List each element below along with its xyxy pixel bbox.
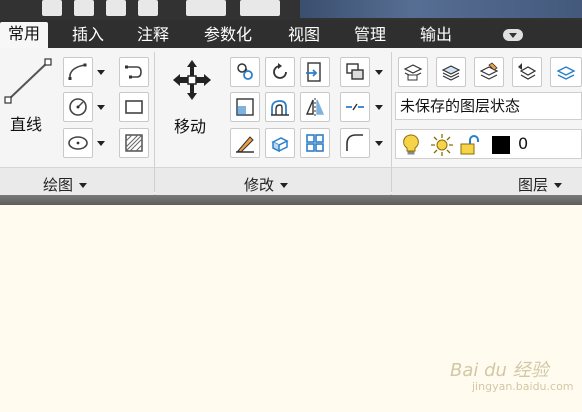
current-layer-name: 0 xyxy=(518,134,529,153)
tab-manage[interactable]: 管理 xyxy=(346,23,394,48)
offset-icon xyxy=(271,100,289,116)
rectangle-icon xyxy=(125,100,143,114)
rotate-button[interactable] xyxy=(265,57,295,87)
layer-color-swatch xyxy=(492,136,510,154)
offset-button[interactable] xyxy=(265,92,295,122)
tab-output[interactable]: 输出 xyxy=(412,23,460,48)
copy-button[interactable] xyxy=(230,57,260,87)
new-file-icon[interactable] xyxy=(42,0,62,16)
tab-insert[interactable]: 插入 xyxy=(64,23,112,48)
current-layer-select[interactable]: 0 xyxy=(395,129,582,159)
trim-icon xyxy=(306,62,321,82)
chevron-down-icon xyxy=(79,183,88,188)
tab-home[interactable]: 常用 xyxy=(0,22,49,49)
stretch-button[interactable] xyxy=(230,92,260,122)
ellipse-button[interactable] xyxy=(63,128,93,158)
layer-previous-button[interactable] xyxy=(512,57,542,87)
circle-button[interactable] xyxy=(63,92,93,122)
move-icon[interactable] xyxy=(170,58,214,102)
open-file-icon[interactable] xyxy=(74,0,94,16)
watermark-logo: Bai du 经验 xyxy=(450,360,549,381)
ribbon-tabs: 常用 插入 注释 参数化 视图 管理 输出 xyxy=(0,20,582,49)
trim-button[interactable] xyxy=(300,57,330,87)
redo-icon[interactable] xyxy=(186,0,226,16)
draworder-icon xyxy=(346,63,364,80)
stretch-icon xyxy=(236,98,254,116)
title-area xyxy=(300,0,582,18)
break-button[interactable] xyxy=(340,92,370,122)
array-icon xyxy=(306,134,324,152)
mirror-icon xyxy=(305,98,325,116)
fillet-icon xyxy=(346,134,363,151)
modify-panel-title: 修改 xyxy=(244,174,289,195)
layer-states-button[interactable] xyxy=(436,57,466,87)
layer-off-icon xyxy=(556,66,576,80)
polyline-button[interactable] xyxy=(63,57,93,87)
ribbon-splitter[interactable] xyxy=(0,195,582,205)
tab-annotate[interactable]: 注释 xyxy=(129,23,177,48)
layer-match-icon xyxy=(479,62,499,80)
circle-icon xyxy=(69,98,87,116)
line-icon[interactable] xyxy=(4,56,54,106)
tab-view[interactable]: 视图 xyxy=(280,23,328,48)
explode-button[interactable] xyxy=(265,128,295,158)
explode-icon xyxy=(271,137,289,153)
break-icon xyxy=(346,103,364,111)
ellipse-dropdown-icon[interactable] xyxy=(95,128,107,158)
draw-panel-footer[interactable]: 绘图 xyxy=(0,167,154,195)
array-button[interactable] xyxy=(300,128,330,158)
sun-icon[interactable] xyxy=(430,133,454,157)
mirror-button[interactable] xyxy=(300,92,330,122)
fillet-button[interactable] xyxy=(340,128,370,158)
layer-previous-icon xyxy=(518,63,537,80)
quick-access-toolbar xyxy=(0,0,582,20)
ribbon: 直线 绘图 移动 修改 未保存的图层状态 0 图层 xyxy=(0,48,582,195)
chevron-down-icon xyxy=(554,183,563,188)
ribbon-minimize-toggle-icon[interactable] xyxy=(503,29,523,41)
spline-icon xyxy=(125,65,142,79)
draworder-button[interactable] xyxy=(340,57,370,87)
rotate-icon xyxy=(273,63,287,79)
layers-panel-footer[interactable]: 图层 xyxy=(392,167,582,195)
layer-state-select[interactable]: 未保存的图层状态 xyxy=(395,92,582,120)
watermark-url: jingyan.baidu.com xyxy=(472,380,574,393)
spline-button[interactable] xyxy=(119,57,149,87)
draw-panel-title: 绘图 xyxy=(43,174,88,195)
unlock-icon[interactable] xyxy=(458,133,482,157)
fillet-dropdown-icon[interactable] xyxy=(373,128,385,158)
layers-panel-title: 图层 xyxy=(518,174,563,195)
chevron-down-icon xyxy=(280,183,289,188)
polyline-icon xyxy=(68,63,87,80)
copy-icon xyxy=(237,63,253,80)
layer-properties-icon xyxy=(403,64,423,81)
draworder-dropdown-icon[interactable] xyxy=(373,57,385,87)
modify-panel-footer[interactable]: 修改 xyxy=(155,167,391,195)
lightbulb-icon[interactable] xyxy=(402,133,420,157)
polyline-dropdown-icon[interactable] xyxy=(95,57,107,87)
circle-dropdown-icon[interactable] xyxy=(95,92,107,122)
line-button-label[interactable]: 直线 xyxy=(10,111,42,135)
hatch-icon xyxy=(125,134,143,152)
erase-button[interactable] xyxy=(230,128,260,158)
break-dropdown-icon[interactable] xyxy=(373,92,385,122)
hatch-button[interactable] xyxy=(119,128,149,158)
layer-states-icon xyxy=(441,65,461,81)
tab-parametric[interactable]: 参数化 xyxy=(196,23,260,48)
layer-properties-button[interactable] xyxy=(398,57,428,87)
ellipse-icon xyxy=(68,136,88,150)
save-icon[interactable] xyxy=(106,0,126,16)
rectangle-button[interactable] xyxy=(119,92,149,122)
layer-off-button[interactable] xyxy=(550,57,582,87)
undo-icon[interactable] xyxy=(138,0,158,16)
eraser-icon xyxy=(236,136,254,153)
layer-match-button[interactable] xyxy=(474,57,504,87)
move-button-label[interactable]: 移动 xyxy=(174,113,206,137)
print-icon[interactable] xyxy=(240,0,280,16)
